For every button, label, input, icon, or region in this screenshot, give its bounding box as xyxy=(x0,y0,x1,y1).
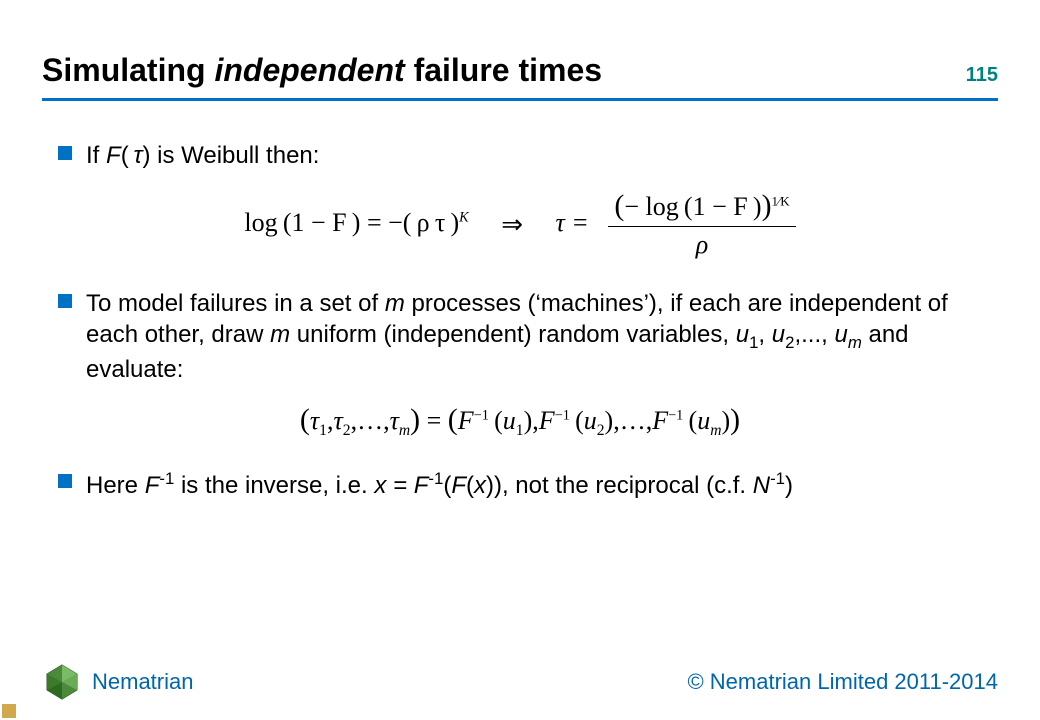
eq2-po1: ( xyxy=(494,406,503,435)
eq1-lhs-text: log (1 − F ) = −( ρ τ ) xyxy=(244,208,459,237)
title-italic: independent xyxy=(214,52,404,88)
eq2-dots2: ,…, xyxy=(613,406,652,435)
eq1-sup: K xyxy=(459,209,469,225)
brand-block: Nematrian xyxy=(42,662,193,702)
eq2-u1: u xyxy=(503,406,516,435)
eq1-fraction: (− log (1 − F ))1⁄K ρ xyxy=(608,189,795,260)
page-title: Simulating independent failure times xyxy=(42,52,602,89)
eq1-tau-eq: τ = xyxy=(556,208,589,237)
eq2-t2: τ xyxy=(333,406,342,435)
eq2-inv1: −1 xyxy=(474,408,489,424)
eq1-denominator: ρ xyxy=(608,227,795,260)
bullet-icon xyxy=(58,294,72,308)
eq2-dots1: ,…, xyxy=(351,406,390,435)
eq2-inv2: −1 xyxy=(555,408,570,424)
b3-close: ) xyxy=(785,472,793,499)
eq2-ropen: ( xyxy=(448,403,458,436)
eq1-num-body: − log (1 − F ) xyxy=(624,192,761,221)
b2-s1: 1 xyxy=(749,333,758,352)
bullet-1: If F( τ) is Weibull then: xyxy=(58,140,982,171)
b2-a: To model failures in a set of xyxy=(86,290,385,317)
eq2-u2: u xyxy=(584,406,597,435)
eq1-num-open: ( xyxy=(614,189,624,222)
b1-func: F xyxy=(106,142,121,169)
b3-x2: x xyxy=(474,472,486,499)
bullet-3: Here F-1 is the inverse, i.e. x = F-1(F(… xyxy=(58,468,982,501)
b2-sm: m xyxy=(848,333,862,352)
footer: Nematrian © Nematrian Limited 2011-2014 xyxy=(42,662,998,702)
slide-body: If F( τ) is Weibull then: log (1 − F ) =… xyxy=(58,140,982,512)
implies-arrow-icon: ⇒ xyxy=(501,210,523,240)
copyright: © Nematrian Limited 2011-2014 xyxy=(687,669,998,695)
bullet-3-text: Here F-1 is the inverse, i.e. x = F-1(F(… xyxy=(86,468,793,501)
eq1-num-close: ) xyxy=(762,189,772,222)
bullet-2: To model failures in a set of m processe… xyxy=(58,288,982,385)
eq2-F1: F xyxy=(458,406,474,435)
eq2-po2: ( xyxy=(575,406,584,435)
eq1-num-sup: 1⁄K xyxy=(772,194,790,209)
eq2-lopen: ( xyxy=(300,403,310,436)
equation-1: log (1 − F ) = −( ρ τ )K ⇒ τ = (− log (1… xyxy=(58,189,982,260)
eq2-us2: 2 xyxy=(597,422,605,439)
b3-Fx: F xyxy=(451,472,466,499)
eq2-invm: −1 xyxy=(668,408,683,424)
eq2-F2: F xyxy=(539,406,555,435)
header: Simulating independent failure times 115 xyxy=(42,52,998,89)
eq2-pcm: ) xyxy=(721,406,730,435)
b1-prefix: If xyxy=(86,142,106,169)
eq1-numerator: (− log (1 − F ))1⁄K xyxy=(608,189,795,227)
b3-p3: )), not the reciprocal (c.f. xyxy=(486,472,753,499)
b2-c2: ,..., xyxy=(794,321,834,348)
b3-F1: F xyxy=(145,472,160,499)
eq2-pom: ( xyxy=(689,406,698,435)
eq2-pc2: ) xyxy=(605,406,614,435)
b1-open: ( xyxy=(121,142,134,169)
slide: Simulating independent failure times 115… xyxy=(0,0,1040,720)
slide-number: 115 xyxy=(966,64,998,87)
b2-um: u xyxy=(834,321,847,348)
eq2-rclose: ) xyxy=(730,403,740,436)
title-prefix: Simulating xyxy=(42,52,214,88)
title-divider xyxy=(42,98,998,101)
eq2-Fm: F xyxy=(652,406,668,435)
title-suffix: failure times xyxy=(405,52,602,88)
eq2-sm: m xyxy=(399,422,410,439)
b3-sup3: -1 xyxy=(770,469,785,488)
eq1-rhs: τ = (− log (1 − F ))1⁄K ρ xyxy=(556,208,796,237)
equation-2: (τ1,τ2,…,τm) = (F−1 (u1),F−1 (u2),…,F−1 … xyxy=(58,403,982,440)
eq2-us1: 1 xyxy=(516,422,524,439)
eq2-um: u xyxy=(697,406,710,435)
bullet-icon xyxy=(58,146,72,160)
brand-name: Nematrian xyxy=(92,669,193,695)
bullet-2-text: To model failures in a set of m processe… xyxy=(86,288,982,385)
corner-marker-icon xyxy=(2,704,16,718)
b2-mid2: uniform (independent) random variables, xyxy=(290,321,736,348)
b3-prefix: Here xyxy=(86,472,145,499)
bullet-1-text: If F( τ) is Weibull then: xyxy=(86,140,319,171)
b3-N: N xyxy=(753,472,770,499)
b2-c1: , xyxy=(758,321,771,348)
eq2-lclose: ) xyxy=(410,403,420,436)
b2-m1: m xyxy=(385,290,405,317)
nematrian-logo-icon xyxy=(42,662,82,702)
b3-sup1: -1 xyxy=(159,469,174,488)
b3-mid: is the inverse, i.e. xyxy=(174,472,374,499)
b2-u1: u xyxy=(736,321,749,348)
b1-close: ) is Weibull then: xyxy=(142,142,319,169)
b2-u2: u xyxy=(772,321,785,348)
eq2-s1: 1 xyxy=(319,422,327,439)
eq2-tm: τ xyxy=(390,406,399,435)
eq2-t1: τ xyxy=(310,406,319,435)
b3-x1: x = F xyxy=(374,472,428,499)
eq2-pc1: ) xyxy=(524,406,533,435)
b2-m2: m xyxy=(270,321,290,348)
bullet-icon xyxy=(58,474,72,488)
eq2-eq: = xyxy=(420,406,448,435)
eq2-s2: 2 xyxy=(343,422,351,439)
b3-sup2: -1 xyxy=(428,469,443,488)
eq1-lhs: log (1 − F ) = −( ρ τ )K xyxy=(244,208,475,237)
eq2-usm: m xyxy=(710,422,721,439)
b3-p2: ( xyxy=(466,472,474,499)
